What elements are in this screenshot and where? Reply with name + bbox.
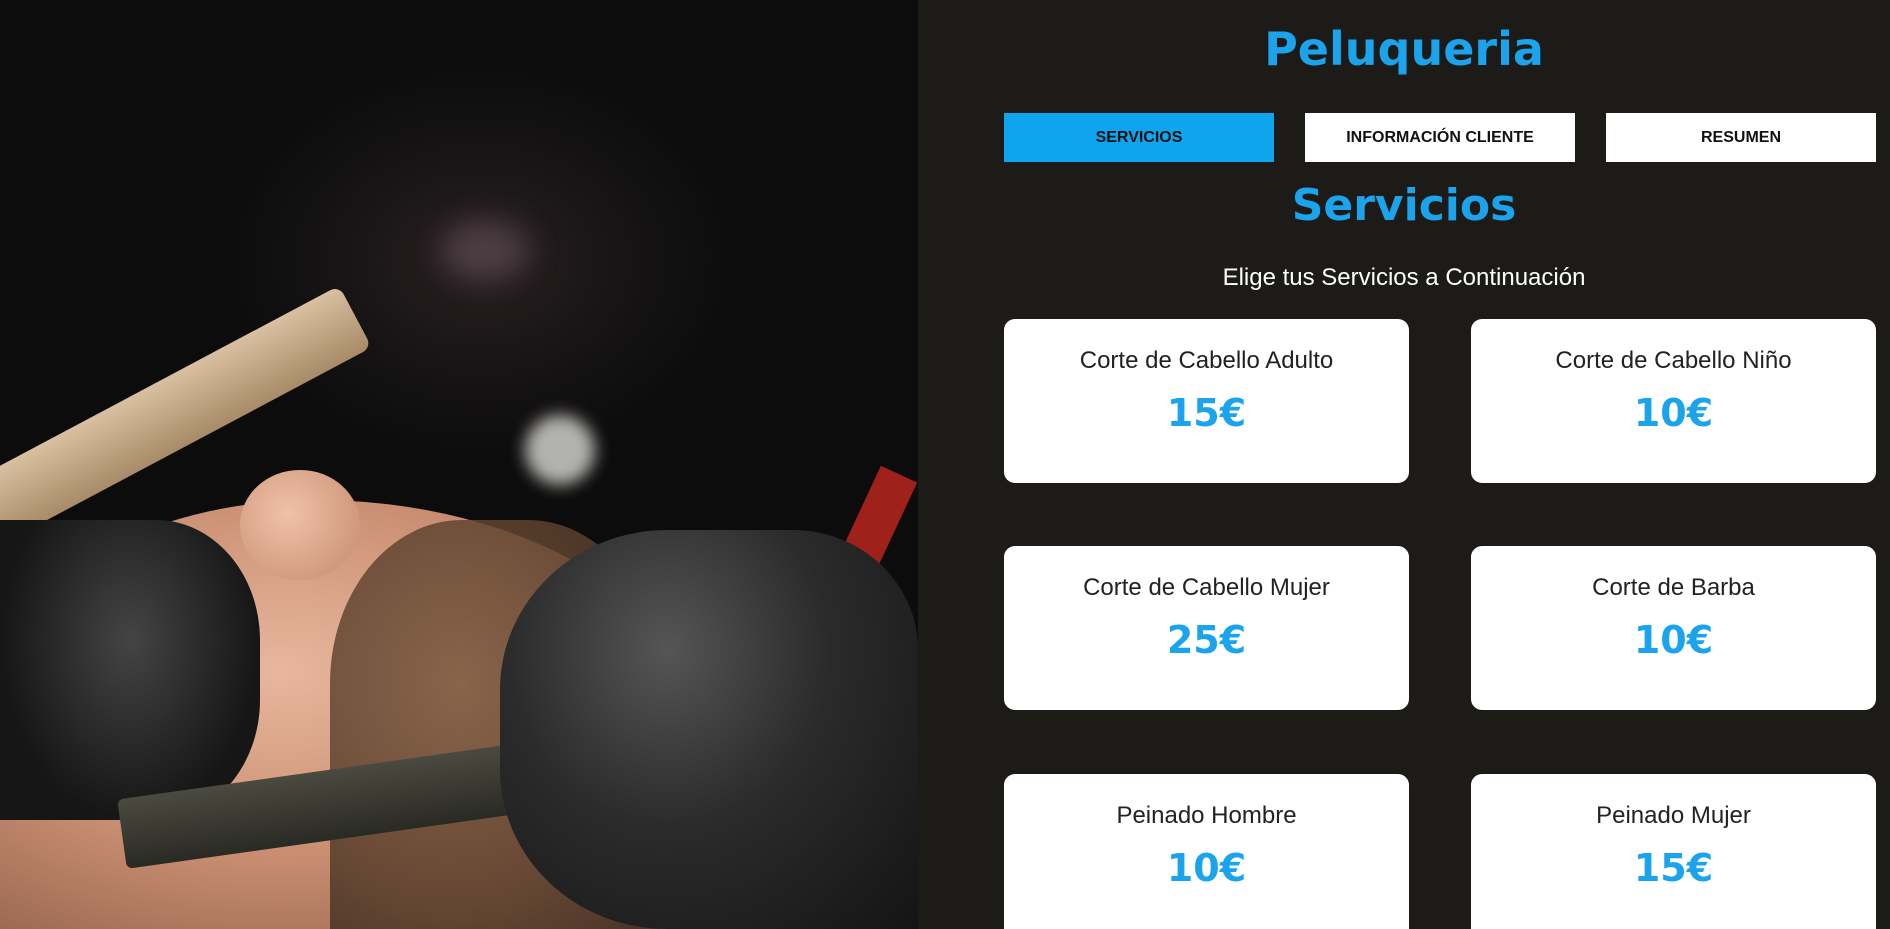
booking-panel: Peluqueria SERVICIOS INFORMACIÓN CLIENTE… bbox=[918, 0, 1890, 929]
service-name: Corte de Barba bbox=[1592, 574, 1755, 601]
barber-shaving-photo bbox=[0, 0, 918, 929]
service-name: Corte de Cabello Mujer bbox=[1083, 574, 1330, 601]
tab-servicios[interactable]: SERVICIOS bbox=[1004, 113, 1274, 162]
service-card[interactable]: Corte de Cabello Niño 10€ bbox=[1471, 319, 1876, 483]
section-subtitle: Elige tus Servicios a Continuación bbox=[1222, 264, 1586, 291]
tab-resumen[interactable]: RESUMEN bbox=[1606, 113, 1876, 162]
service-price: 15€ bbox=[1166, 391, 1247, 435]
service-price: 10€ bbox=[1166, 846, 1247, 890]
service-price: 10€ bbox=[1633, 391, 1714, 435]
service-name: Peinado Hombre bbox=[1116, 802, 1297, 829]
service-price: 15€ bbox=[1633, 846, 1714, 890]
service-name: Corte de Cabello Adulto bbox=[1079, 347, 1334, 374]
service-card[interactable]: Peinado Mujer 15€ bbox=[1471, 774, 1876, 929]
app-title: Peluqueria bbox=[1264, 22, 1544, 76]
service-price: 25€ bbox=[1166, 618, 1247, 662]
service-card[interactable]: Corte de Cabello Mujer 25€ bbox=[1004, 546, 1409, 710]
service-card[interactable]: Corte de Barba 10€ bbox=[1471, 546, 1876, 710]
service-name: Peinado Mujer bbox=[1596, 802, 1751, 829]
section-title: Servicios bbox=[1291, 180, 1517, 231]
service-name: Corte de Cabello Niño bbox=[1555, 347, 1792, 374]
service-card[interactable]: Corte de Cabello Adulto 15€ bbox=[1004, 319, 1409, 483]
service-price: 10€ bbox=[1633, 618, 1714, 662]
tab-informacion-cliente[interactable]: INFORMACIÓN CLIENTE bbox=[1305, 113, 1575, 162]
service-card[interactable]: Peinado Hombre 10€ bbox=[1004, 774, 1409, 929]
